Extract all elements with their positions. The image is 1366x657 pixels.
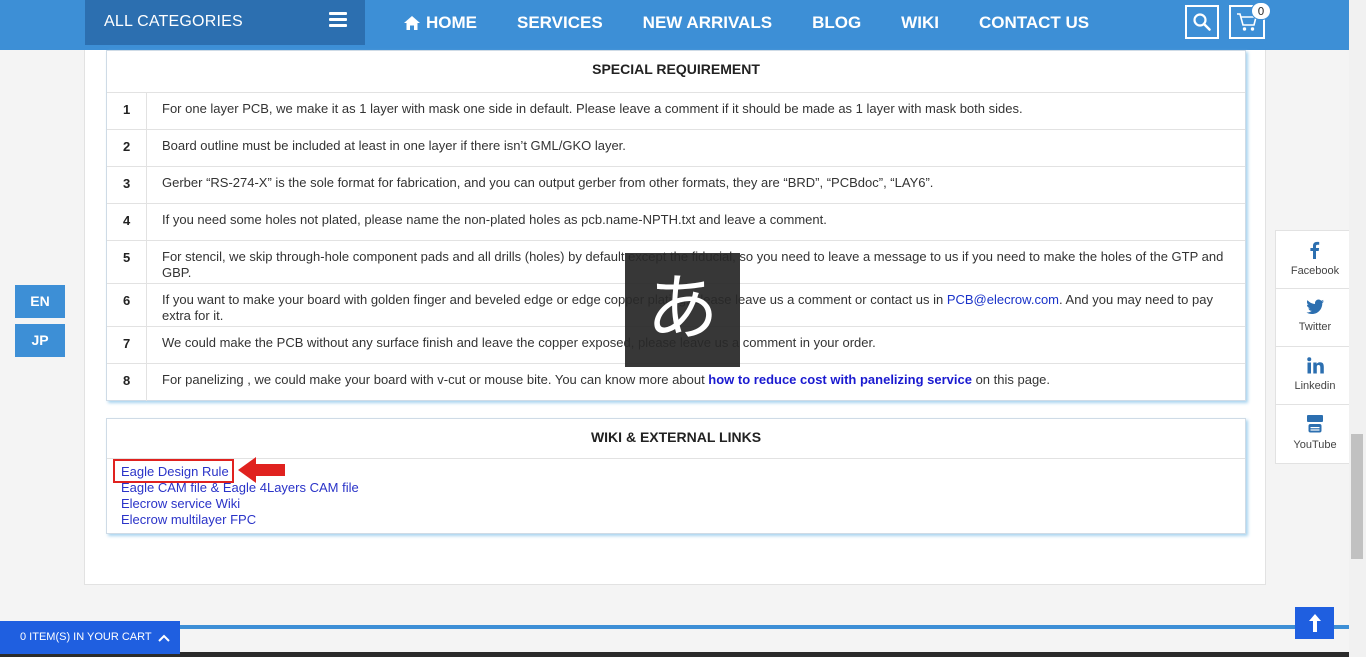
linkedin-icon xyxy=(1306,357,1324,374)
row-text-before: For panelizing , we could make your boar… xyxy=(162,372,709,387)
home-icon xyxy=(404,15,420,30)
back-to-top-button[interactable] xyxy=(1295,607,1334,639)
panelizing-service-link[interactable]: how to reduce cost with panelizing servi… xyxy=(708,372,972,387)
row-number: 5 xyxy=(107,241,147,283)
row-number: 8 xyxy=(107,364,147,401)
nav-services[interactable]: SERVICES xyxy=(517,13,603,33)
arrow-up-icon xyxy=(1308,614,1321,632)
language-jp-button[interactable]: JP xyxy=(15,324,65,357)
special-requirement-title: SPECIAL REQUIREMENT xyxy=(107,51,1245,93)
link-elecrow-multilayer-fpc[interactable]: Elecrow multilayer FPC xyxy=(121,512,1245,528)
table-row: 1 For one layer PCB, we make it as 1 lay… xyxy=(107,93,1245,130)
twitter-icon xyxy=(1306,299,1324,315)
all-categories-menu[interactable]: ALL CATEGORIES xyxy=(85,0,365,45)
nav-contact-us[interactable]: CONTACT US xyxy=(979,13,1089,33)
youtube-icon xyxy=(1307,415,1323,433)
scrollbar[interactable] xyxy=(1349,0,1366,657)
email-link[interactable]: PCB@elecrow.com xyxy=(947,292,1059,307)
social-twitter[interactable]: Twitter xyxy=(1276,289,1354,347)
row-number: 7 xyxy=(107,327,147,363)
ime-mode-indicator: あ xyxy=(625,253,740,367)
red-arrow-icon xyxy=(238,457,285,483)
hamburger-menu-icon[interactable] xyxy=(329,12,347,27)
table-row: 8 For panelizing , we could make your bo… xyxy=(107,364,1245,401)
row-number: 6 xyxy=(107,284,147,326)
social-sidebar: Facebook Twitter Linkedin YouTube xyxy=(1275,230,1355,464)
social-twitter-label: Twitter xyxy=(1298,321,1332,333)
search-button[interactable] xyxy=(1185,5,1219,39)
wiki-links-title: WIKI & EXTERNAL LINKS xyxy=(107,419,1245,459)
link-eagle-cam-file[interactable]: Eagle CAM file & Eagle 4Layers CAM file xyxy=(121,480,1245,496)
row-text: Board outline must be included at least … xyxy=(162,138,626,153)
row-text: For one layer PCB, we make it as 1 layer… xyxy=(162,101,1023,116)
row-number: 2 xyxy=(107,130,147,166)
row-text: If you need some holes not plated, pleas… xyxy=(162,212,827,227)
row-text-after: on this page. xyxy=(971,372,1051,387)
social-facebook[interactable]: Facebook xyxy=(1276,231,1354,289)
table-row: 2 Board outline must be included at leas… xyxy=(107,130,1245,167)
social-linkedin[interactable]: Linkedin xyxy=(1276,347,1354,405)
highlight-box xyxy=(113,459,234,483)
row-text: For panelizing , we could make your boar… xyxy=(147,364,1245,394)
row-text-before: If you want to make your board with gold… xyxy=(162,292,947,307)
main-nav: HOME SERVICES NEW ARRIVALS BLOG WIKI CON… xyxy=(404,0,1129,45)
cart-summary-bar[interactable]: 0 ITEM(S) IN YOUR CART xyxy=(0,621,180,654)
social-linkedin-label: Linkedin xyxy=(1294,380,1336,392)
row-number: 1 xyxy=(107,93,147,129)
footer-strip xyxy=(0,652,1349,657)
row-number: 3 xyxy=(107,167,147,203)
all-categories-label: ALL CATEGORIES xyxy=(104,13,243,30)
nav-home[interactable]: HOME xyxy=(404,13,477,33)
link-eagle-design-rule[interactable]: Eagle Design Rule xyxy=(121,464,1245,480)
link-elecrow-service-wiki[interactable]: Elecrow service Wiki xyxy=(121,496,1245,512)
facebook-icon xyxy=(1310,241,1320,259)
footer-divider xyxy=(180,625,1349,629)
language-en-button[interactable]: EN xyxy=(15,285,65,318)
nav-home-label: HOME xyxy=(426,12,477,32)
nav-wiki[interactable]: WIKI xyxy=(901,13,939,33)
social-facebook-label: Facebook xyxy=(1290,265,1340,277)
row-text: Gerber “RS-274-X” is the sole format for… xyxy=(162,175,934,190)
row-number: 4 xyxy=(107,204,147,240)
social-youtube[interactable]: YouTube xyxy=(1276,405,1354,463)
table-row: 4 If you need some holes not plated, ple… xyxy=(107,204,1245,241)
search-icon xyxy=(1193,13,1211,31)
top-navigation-bar: ALL CATEGORIES HOME SERVICES NEW ARRIVAL… xyxy=(0,0,1366,50)
cart-count-badge: 0 xyxy=(1251,2,1271,20)
scrollbar-thumb[interactable] xyxy=(1351,434,1363,559)
cart-summary-label: 0 ITEM(S) IN YOUR CART xyxy=(20,631,152,643)
social-youtube-label: YouTube xyxy=(1293,439,1337,451)
nav-new-arrivals[interactable]: NEW ARRIVALS xyxy=(643,13,772,33)
chevron-up-icon xyxy=(157,634,170,642)
nav-blog[interactable]: BLOG xyxy=(812,13,861,33)
table-row: 3 Gerber “RS-274-X” is the sole format f… xyxy=(107,167,1245,204)
